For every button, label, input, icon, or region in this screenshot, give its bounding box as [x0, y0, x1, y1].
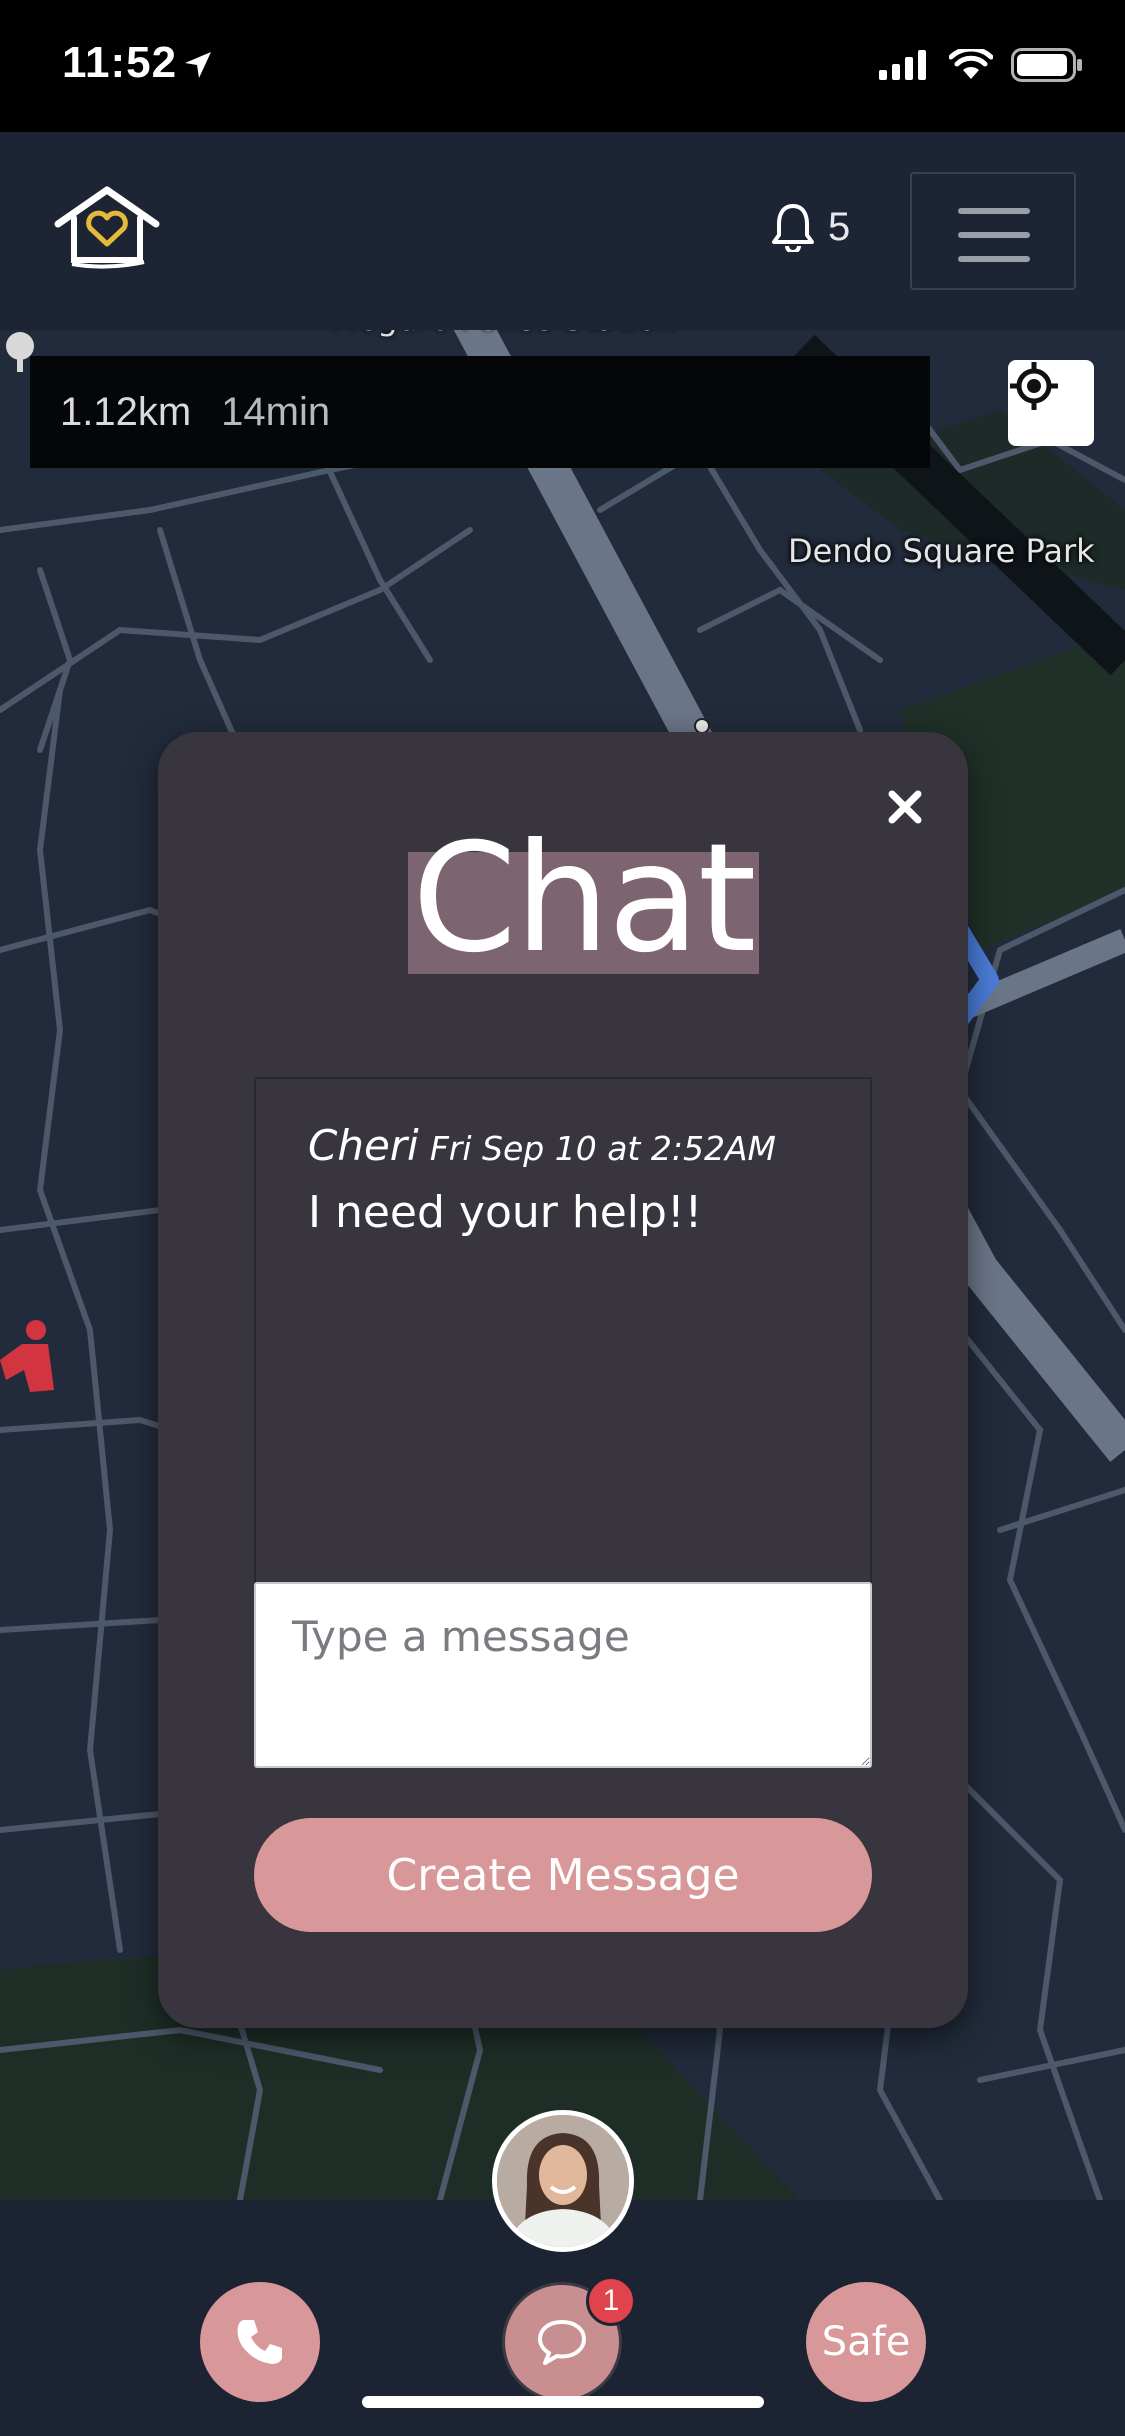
- bell-icon[interactable]: [770, 202, 816, 252]
- route-distance: 1.12km: [60, 389, 192, 434]
- message-input[interactable]: [254, 1582, 872, 1768]
- close-button[interactable]: [880, 782, 930, 832]
- recenter-location-button[interactable]: [1008, 360, 1094, 446]
- app-header: 5: [0, 132, 1125, 330]
- close-icon: [888, 790, 922, 824]
- hamburger-menu-button[interactable]: [910, 172, 1076, 290]
- call-button[interactable]: [200, 2282, 320, 2402]
- menu-line-icon: [958, 232, 1030, 238]
- chat-title: Chat: [408, 824, 759, 974]
- map-label-park: Dendo Square Park: [788, 532, 1095, 570]
- wifi-icon: [949, 49, 993, 79]
- chat-title-text: Chat: [412, 812, 757, 986]
- safe-button[interactable]: Safe: [806, 2282, 926, 2402]
- notification-count: 5: [828, 204, 851, 249]
- chat-unread-badge: 1: [586, 2276, 636, 2326]
- home-indicator[interactable]: [362, 2396, 764, 2408]
- menu-line-icon: [958, 208, 1030, 214]
- status-bar: 11:52: [0, 0, 1125, 132]
- cellular-signal-icon: [879, 50, 926, 80]
- message-text: I need your help!!: [308, 1187, 703, 1238]
- park-tree-icon: [6, 332, 34, 372]
- chat-modal: Chat Cheri Fri Sep 10 at 2:52AM I need y…: [158, 732, 968, 2028]
- phone-icon: [237, 2320, 282, 2364]
- status-time: 11:52: [62, 38, 178, 87]
- notifications[interactable]: 5: [770, 202, 850, 252]
- route-info-bar: 1.12km 14min: [30, 356, 930, 468]
- create-message-button[interactable]: Create Message: [254, 1818, 872, 1932]
- message-timestamp: Fri Sep 10 at 2:52AM: [429, 1129, 777, 1168]
- avatar[interactable]: [492, 2110, 634, 2252]
- status-icons: [879, 48, 1083, 82]
- battery-icon: [1011, 48, 1082, 82]
- user-photo-icon: [497, 2115, 629, 2247]
- message-sender: Cheri: [308, 1121, 419, 1170]
- house-heart-logo-icon[interactable]: [52, 182, 162, 272]
- message-header: Cheri Fri Sep 10 at 2:52AM: [308, 1121, 776, 1170]
- route-duration: 14min: [221, 389, 331, 434]
- menu-line-icon: [958, 256, 1030, 262]
- speech-bubble-icon: [538, 2320, 586, 2365]
- location-arrow-icon: [185, 52, 211, 78]
- map-label-police-station: Meguro Police Station: [330, 330, 677, 338]
- message-list[interactable]: Cheri Fri Sep 10 at 2:52AM I need your h…: [254, 1077, 872, 1587]
- crosshair-icon: [1010, 362, 1058, 410]
